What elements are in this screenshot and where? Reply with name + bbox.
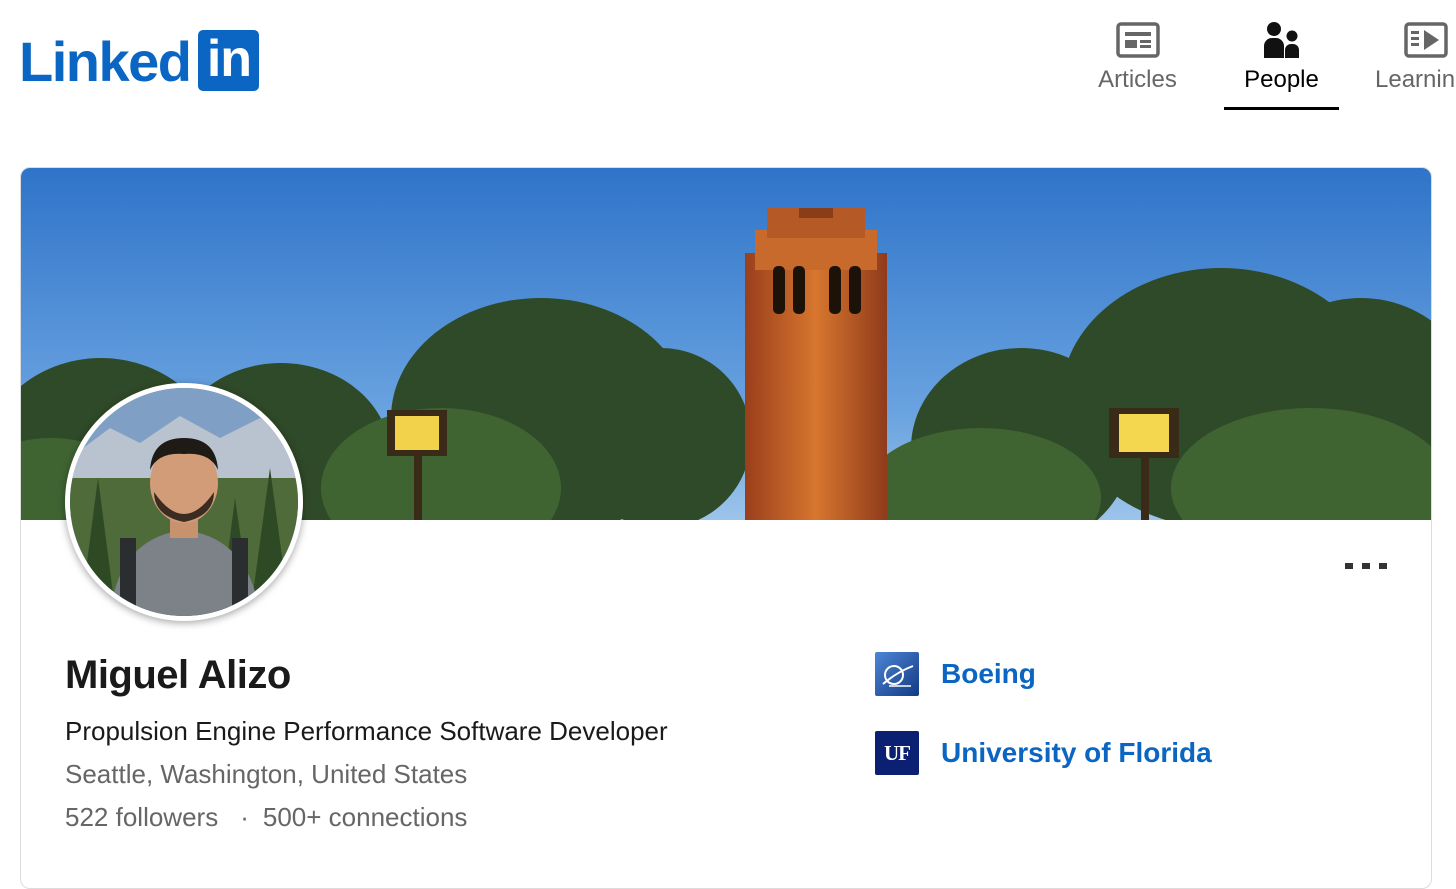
avatar-photo bbox=[70, 388, 298, 616]
nav-learning[interactable]: Learnin bbox=[1370, 20, 1456, 110]
org-university-of-florida[interactable]: UF University of Florida bbox=[875, 731, 1212, 775]
people-icon bbox=[1263, 22, 1299, 58]
uf-logo-text: UF bbox=[884, 740, 911, 765]
profile-name: Miguel Alizo bbox=[65, 653, 291, 697]
uf-logo-icon: UF bbox=[875, 731, 919, 775]
connections-count[interactable]: 500+ connections bbox=[263, 802, 468, 832]
nav-articles[interactable]: Articles bbox=[1090, 20, 1185, 110]
org-boeing-name: Boeing bbox=[941, 658, 1036, 689]
followers-count[interactable]: 522 followers bbox=[65, 802, 218, 832]
nav-articles-label: Articles bbox=[1098, 66, 1177, 93]
active-tab-indicator bbox=[1224, 107, 1339, 110]
profile-avatar[interactable] bbox=[65, 383, 303, 621]
learning-icon bbox=[1404, 22, 1448, 58]
more-options-button[interactable] bbox=[1345, 556, 1387, 576]
profile-headline: Propulsion Engine Performance Software D… bbox=[65, 716, 668, 746]
articles-icon bbox=[1115, 22, 1160, 58]
nav-people[interactable]: People bbox=[1224, 20, 1339, 110]
nav-learning-label: Learnin bbox=[1375, 66, 1456, 93]
org-uf-name: University of Florida bbox=[941, 737, 1212, 768]
more-options-dot bbox=[1362, 563, 1370, 569]
boeing-logo-icon bbox=[875, 652, 919, 696]
profile-location: Seattle, Washington, United States bbox=[65, 759, 468, 789]
nav-people-label: People bbox=[1244, 66, 1319, 93]
more-options-dot bbox=[1379, 563, 1387, 569]
profile-stats: 522 followers · 500+ connections bbox=[65, 802, 467, 833]
stats-separator: · bbox=[240, 802, 249, 832]
profile-card: Miguel Alizo Propulsion Engine Performan… bbox=[20, 167, 1432, 889]
top-nav: Articles People Learnin bbox=[0, 0, 1456, 120]
org-boeing[interactable]: Boeing bbox=[875, 652, 1036, 696]
more-options-dot bbox=[1345, 563, 1353, 569]
